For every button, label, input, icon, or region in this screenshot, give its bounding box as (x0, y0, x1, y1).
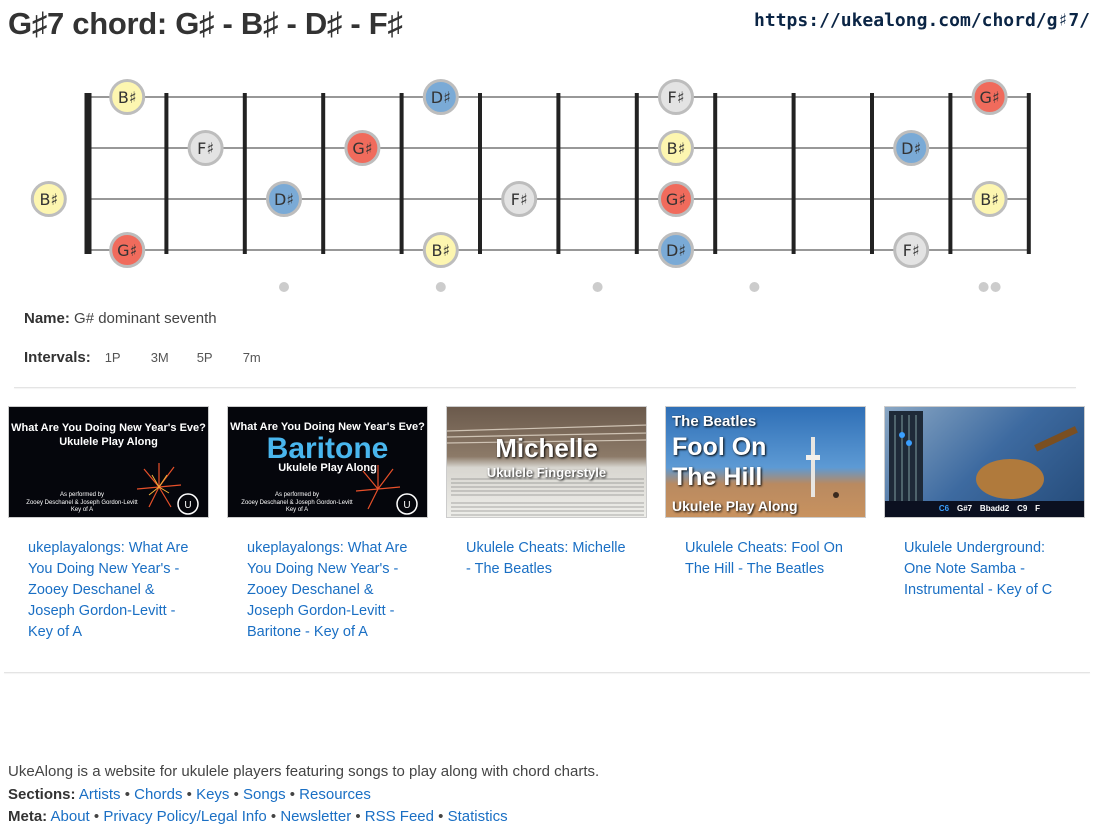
thumb-subtitle: Ukulele Fingerstyle (486, 465, 607, 480)
thumb-chord-label: C9 (1017, 504, 1028, 513)
fret-marker-dot (749, 282, 760, 292)
interval-item: 1P (104, 350, 121, 365)
sections-label: Sections: (8, 785, 76, 803)
note-label: G♯ (980, 88, 1000, 107)
page-title: G♯7 chord: G♯ - B♯ - D♯ - F♯ (8, 6, 403, 41)
chord-name-row: Name: G# dominant seventh (24, 310, 217, 327)
page-url-link[interactable]: https://ukealong.com/chord/g♯7/ (754, 10, 1090, 31)
note-label: F♯ (197, 139, 214, 158)
thumb-subtitle: Ukulele Play Along (278, 462, 377, 474)
meta-link-rss[interactable]: RSS Feed (365, 808, 434, 825)
chord-name-label: Name: (24, 310, 70, 327)
thumb-credit: As performed by (274, 492, 320, 498)
meta-row: Meta: About • Privacy Policy/Legal Info … (8, 808, 508, 825)
thumb-subtitle: Ukulele Play Along (59, 436, 158, 448)
video-card: Michelle Ukulele Fingerstyle Ukulele Che… (446, 406, 647, 580)
fret-marker-dot (592, 282, 603, 292)
note-label: B♯ (118, 88, 137, 107)
divider (14, 387, 1076, 388)
video-link[interactable]: Ukulele Cheats: Fool On The Hill - The B… (685, 538, 850, 580)
section-link-artists[interactable]: Artists (79, 786, 121, 803)
video-link[interactable]: Ukulele Underground: One Note Samba - In… (904, 538, 1069, 601)
chord-name-value: G# dominant seventh (74, 310, 217, 327)
thumb-chord-label: F (1035, 504, 1041, 513)
video-link[interactable]: Ukulele Cheats: Michelle - The Beatles (466, 538, 631, 580)
section-link-resources[interactable]: Resources (299, 786, 371, 803)
divider (4, 672, 1090, 673)
thumb-credit: Key of A (70, 507, 94, 513)
thumb-subtitle: Ukulele Play Along (672, 498, 798, 514)
note-label: B♯ (431, 241, 450, 260)
fret-marker-dot (279, 282, 289, 292)
note-label: D♯ (901, 139, 921, 158)
thumb-credit: As performed by (59, 492, 105, 498)
video-card: The Beatles Fool On The Hill Ukulele Pla… (665, 406, 866, 580)
note-label: B♯ (667, 139, 686, 158)
ukulele-player-image (885, 411, 1084, 517)
svg-text:U: U (184, 500, 191, 511)
video-thumbnail[interactable]: C6 G#7 Bbadd2 C9 F (884, 406, 1085, 518)
thumb-title: The Beatles (672, 413, 757, 430)
video-card: U What Are You Doing New Year's Eve? Uku… (8, 406, 209, 643)
svg-text:U: U (403, 500, 410, 511)
note-label: F♯ (903, 241, 920, 260)
thumb-title: What Are You Doing New Year's Eve? (11, 422, 206, 434)
note-label: F♯ (668, 88, 685, 107)
note-label: D♯ (666, 241, 686, 260)
section-link-songs[interactable]: Songs (243, 786, 286, 803)
fret-marker-dot (978, 282, 989, 292)
note-label: B♯ (39, 190, 58, 209)
note-label: G♯ (352, 139, 372, 158)
fret-marker-dot (435, 282, 446, 292)
site-description: UkeAlong is a website for ukulele player… (8, 763, 600, 780)
video-link[interactable]: ukeplayalongs: What Are You Doing New Ye… (28, 538, 193, 643)
thumb-big-text: Baritone (266, 432, 389, 465)
thumb-credit: Key of A (285, 507, 309, 513)
note-label: G♯ (117, 241, 137, 260)
video-thumbnail[interactable]: U What Are You Doing New Year's Eve? Bar… (227, 406, 428, 518)
video-thumbnail[interactable]: Michelle Ukulele Fingerstyle (446, 406, 647, 518)
note-label: F♯ (511, 190, 528, 209)
note-label: D♯ (274, 190, 294, 209)
interval-item: 7m (242, 350, 261, 365)
fretboard-diagram: B♯ D♯ F♯ G♯ F♯ G♯ B♯ D♯ B♯ D♯ F♯ G♯ B♯ G♯ B♯ D♯ F♯ (30, 79, 1031, 292)
meta-label: Meta: (8, 808, 48, 825)
video-link[interactable]: ukeplayalongs: What Are You Doing New Ye… (247, 538, 412, 643)
thumb-credit: Zooey Deschanel & Joseph Gordon-Levitt (241, 500, 353, 506)
section-link-keys[interactable]: Keys (196, 786, 229, 803)
note-label: B♯ (980, 190, 999, 209)
video-thumbnail[interactable]: U What Are You Doing New Year's Eve? Uku… (8, 406, 209, 518)
meta-link-privacy[interactable]: Privacy Policy/Legal Info (103, 808, 266, 825)
interval-item: 5P (196, 350, 213, 365)
related-videos: U What Are You Doing New Year's Eve? Uku… (8, 406, 1098, 646)
section-link-chords[interactable]: Chords (134, 786, 182, 803)
fret-marker-dot (990, 282, 1001, 292)
interval-item: 3M (150, 350, 169, 365)
thumb-big-text: The Hill (672, 463, 763, 491)
thumb-chord-label: Bbadd2 (979, 504, 1010, 513)
note-label: G♯ (666, 190, 686, 209)
intervals-label: Intervals: (24, 349, 91, 366)
meta-link-newsletter[interactable]: Newsletter (280, 808, 351, 825)
thumb-credit: Zooey Deschanel & Joseph Gordon-Levitt (26, 500, 138, 506)
intervals-row: Intervals: 1P 3M 5P 7m (24, 349, 281, 366)
meta-link-about[interactable]: About (51, 808, 90, 825)
meta-link-statistics[interactable]: Statistics (448, 808, 508, 825)
thumb-chord-label: C6 (938, 504, 950, 513)
site-footer: UkeAlong is a website for ukulele player… (8, 761, 599, 829)
thumb-chord-label: G#7 (956, 504, 973, 513)
sections-row: Sections: Artists • Chords • Keys • Song… (8, 785, 371, 803)
note-label: D♯ (431, 88, 451, 107)
video-card: U What Are You Doing New Year's Eve? Bar… (227, 406, 428, 643)
thumb-big-text: Michelle (495, 433, 598, 463)
thumb-big-text: Fool On (672, 433, 767, 461)
video-card: C6 G#7 Bbadd2 C9 F Ukulele Underground: … (884, 406, 1085, 601)
video-thumbnail[interactable]: The Beatles Fool On The Hill Ukulele Pla… (665, 406, 866, 518)
